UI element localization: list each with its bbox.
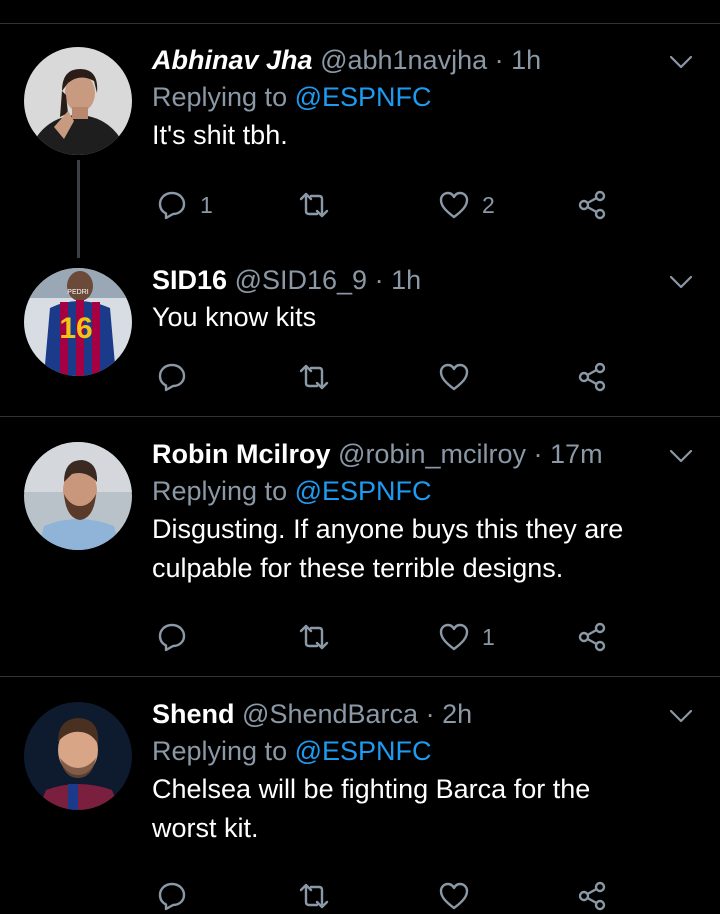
reply-count: 1 xyxy=(200,191,213,218)
retweet-button[interactable] xyxy=(298,878,330,914)
separator: · xyxy=(533,439,543,469)
retweet-icon xyxy=(299,883,329,909)
user-handle[interactable]: @SID16_9 xyxy=(235,265,367,295)
share-button[interactable] xyxy=(576,359,608,395)
replying-to: Replying to @ESPNFC xyxy=(152,732,692,770)
tweet-divider xyxy=(0,676,720,677)
replying-prefix: Replying to xyxy=(152,82,295,112)
share-icon xyxy=(578,362,606,392)
separator: · xyxy=(374,265,384,295)
thread-line xyxy=(77,160,80,258)
timestamp[interactable]: 2h xyxy=(442,699,472,729)
svg-text:16: 16 xyxy=(59,312,92,345)
like-button[interactable]: 1 xyxy=(438,619,495,655)
share-icon xyxy=(578,190,606,220)
timestamp[interactable]: 1h xyxy=(511,45,541,75)
display-name[interactable]: Shend xyxy=(152,699,235,729)
svg-text:PEDRI: PEDRI xyxy=(67,289,88,296)
timestamp[interactable]: 17m xyxy=(550,439,603,469)
heart-icon xyxy=(439,882,469,910)
separator: · xyxy=(494,45,504,75)
reply-button[interactable] xyxy=(156,359,188,395)
reply-button[interactable]: 1 xyxy=(156,187,213,223)
replying-prefix: Replying to xyxy=(152,476,295,506)
user-handle[interactable]: @ShendBarca xyxy=(242,699,418,729)
chevron-down-icon[interactable] xyxy=(668,52,694,72)
heart-icon xyxy=(439,363,469,391)
tweet-text-line-1: Chelsea will be fighting Barca for the xyxy=(152,774,591,804)
like-button[interactable] xyxy=(438,878,470,914)
top-divider xyxy=(0,23,720,24)
retweet-button[interactable] xyxy=(298,619,330,655)
tweet-text: You know kits xyxy=(152,302,317,332)
tweet-text-line-1: Disgusting. If anyone buys this they are xyxy=(152,514,624,544)
like-count: 1 xyxy=(482,623,495,650)
share-button[interactable] xyxy=(576,878,608,914)
avatar[interactable] xyxy=(24,47,132,155)
mention-link[interactable]: @ESPNFC xyxy=(295,736,432,766)
share-icon xyxy=(578,881,606,911)
tweet-text-line-2: worst kit. xyxy=(152,813,259,843)
replying-to: Replying to @ESPNFC xyxy=(152,472,692,510)
reply-icon xyxy=(158,882,186,911)
display-name[interactable]: Abhinav Jha xyxy=(152,45,313,75)
like-button[interactable] xyxy=(438,359,470,395)
retweet-icon xyxy=(299,192,329,218)
reply-icon xyxy=(158,623,186,652)
retweet-button[interactable] xyxy=(298,187,342,223)
chevron-down-icon[interactable] xyxy=(668,446,694,466)
avatar[interactable]: PEDRI 16 xyxy=(24,268,132,376)
display-name[interactable]: SID16 xyxy=(152,265,227,295)
share-button[interactable] xyxy=(576,619,608,655)
separator: · xyxy=(425,699,435,729)
like-count: 2 xyxy=(482,191,495,218)
user-handle[interactable]: @robin_mcilroy xyxy=(338,439,526,469)
replying-prefix: Replying to xyxy=(152,736,295,766)
share-icon xyxy=(578,622,606,652)
chevron-down-icon[interactable] xyxy=(668,272,694,292)
mention-link[interactable]: @ESPNFC xyxy=(295,476,432,506)
share-button[interactable] xyxy=(576,187,608,223)
retweet-icon xyxy=(299,624,329,650)
reply-button[interactable] xyxy=(156,878,188,914)
timestamp[interactable]: 1h xyxy=(391,265,421,295)
replying-to: Replying to @ESPNFC xyxy=(152,78,692,116)
like-button[interactable]: 2 xyxy=(438,187,495,223)
retweet-icon xyxy=(299,364,329,390)
mention-link[interactable]: @ESPNFC xyxy=(295,82,432,112)
reply-icon xyxy=(158,191,186,220)
reply-button[interactable] xyxy=(156,619,188,655)
avatar[interactable] xyxy=(24,442,132,550)
display-name[interactable]: Robin Mcilroy xyxy=(152,439,331,469)
heart-icon xyxy=(439,623,469,651)
avatar[interactable] xyxy=(24,702,132,810)
user-handle[interactable]: @abh1navjha xyxy=(320,45,487,75)
tweet-divider xyxy=(0,416,720,417)
retweet-button[interactable] xyxy=(298,359,330,395)
tweet-text-line-2: culpable for these terrible designs. xyxy=(152,553,564,583)
chevron-down-icon[interactable] xyxy=(668,706,694,726)
tweet-text: It's shit tbh. xyxy=(152,120,288,150)
heart-icon xyxy=(439,191,469,219)
reply-icon xyxy=(158,363,186,392)
